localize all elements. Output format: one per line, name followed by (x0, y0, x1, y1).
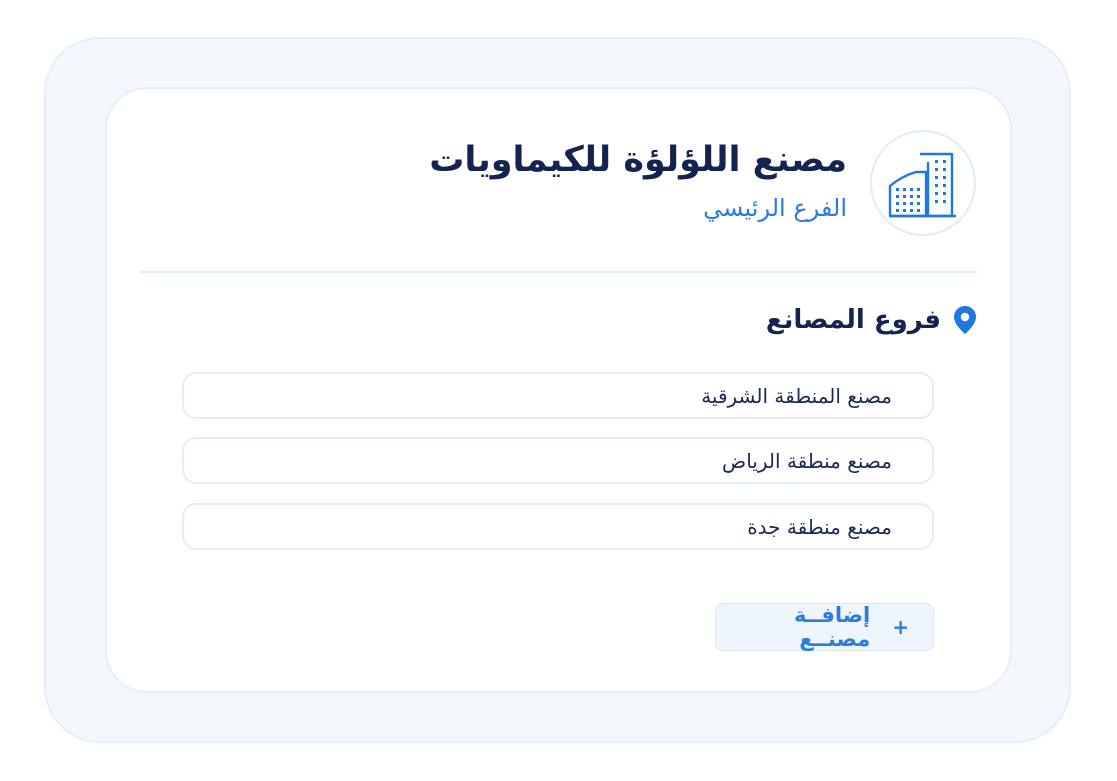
branch-item-label: مصنع منطقة جدة (747, 514, 892, 539)
branch-item-label: مصنع منطقة الرياض (722, 448, 892, 473)
section-title: فروع المصانع (765, 305, 941, 335)
branch-subtitle: الفرع الرئيسي (703, 194, 847, 222)
add-factory-label: إضافــة مصنــع (794, 603, 871, 651)
plus-icon: + (892, 615, 909, 639)
building-icon (888, 152, 956, 218)
branch-item-eastern[interactable]: مصنع المنطقة الشرقية (182, 372, 934, 419)
branch-item-riyadh[interactable]: مصنع منطقة الرياض (182, 437, 934, 484)
section-header: فروع المصانع (766, 305, 977, 335)
company-name: مصنع اللؤلؤة للكيماويات (429, 140, 847, 180)
company-avatar (870, 130, 976, 236)
header-divider (140, 271, 977, 273)
location-pin-icon (954, 306, 976, 334)
branch-item-label: مصنع المنطقة الشرقية (701, 383, 892, 408)
add-factory-button[interactable]: + إضافــة مصنــع (715, 603, 934, 651)
branch-item-jeddah[interactable]: مصنع منطقة جدة (182, 503, 934, 550)
